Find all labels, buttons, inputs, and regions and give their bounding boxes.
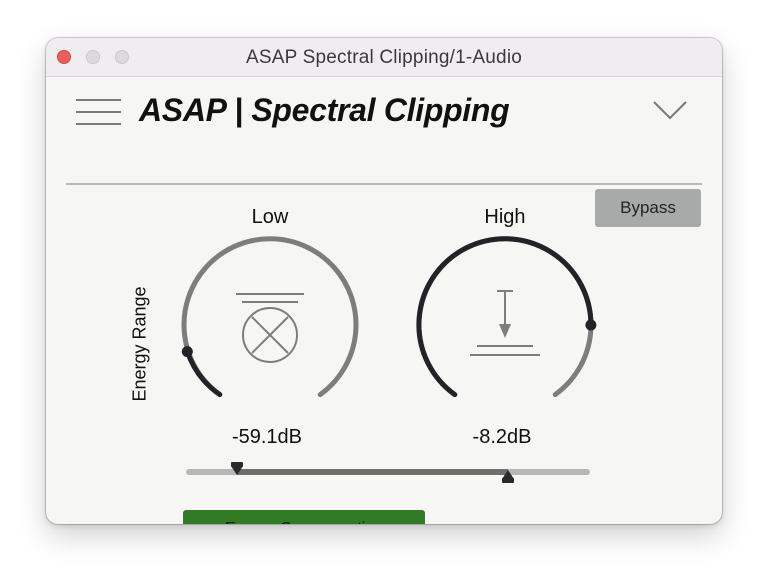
low-knob-value: -59.1dB <box>231 426 303 448</box>
plugin-window: ASAP Spectral Clipping/1-Audio ASAP | Sp… <box>46 38 722 524</box>
floor-clip-icon <box>236 293 304 363</box>
high-knob-label: High <box>484 206 526 228</box>
plugin-title: ASAP | Spectral Clipping <box>139 92 510 128</box>
low-knob[interactable] <box>174 235 366 407</box>
energy-range-slider[interactable] <box>186 461 590 491</box>
energy-range-label: Energy Range <box>129 286 150 402</box>
window-title: ASAP Spectral Clipping/1-Audio <box>245 47 523 68</box>
header-divider <box>66 183 702 185</box>
high-knob-value: -8.2dB <box>472 426 532 448</box>
bypass-button[interactable]: Bypass <box>595 189 701 227</box>
chevron-down-icon[interactable] <box>652 99 688 121</box>
plugin-content: ASAP | Spectral Clipping Bypass Low High… <box>46 77 722 524</box>
hamburger-menu-icon[interactable] <box>76 99 121 125</box>
window-titlebar: ASAP Spectral Clipping/1-Audio <box>46 38 722 77</box>
ceiling-limit-icon <box>470 290 540 356</box>
low-knob-label: Low <box>251 206 289 228</box>
energy-compensation-button[interactable]: Energy Compensation <box>183 510 425 524</box>
high-knob[interactable] <box>409 235 601 407</box>
